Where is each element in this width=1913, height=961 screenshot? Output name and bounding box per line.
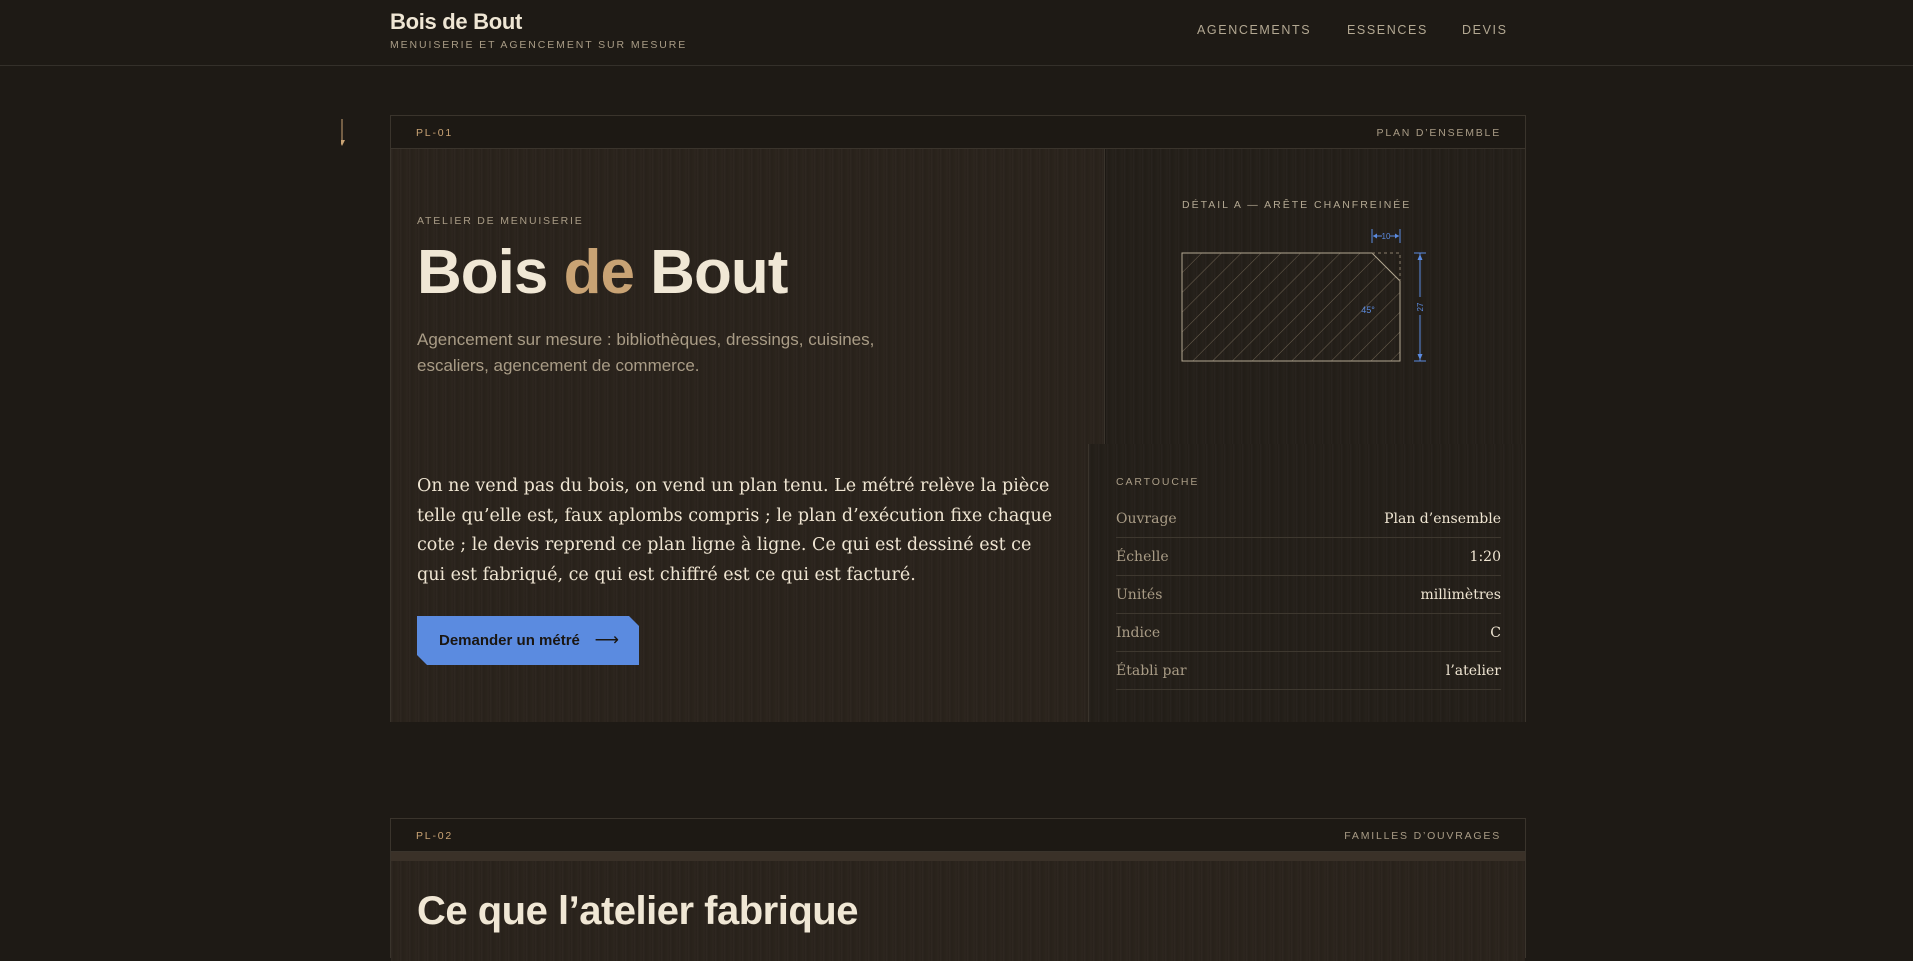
plate-id: PL-02 bbox=[416, 830, 454, 842]
cartouche-row: Établi par l’atelier bbox=[1116, 652, 1501, 690]
brand-title[interactable]: Bois de Bout bbox=[390, 9, 522, 35]
cartouche-row: Échelle 1:20 bbox=[1116, 538, 1501, 576]
cartouche-value: 1:20 bbox=[1469, 549, 1501, 565]
cartouche-key: Établi par bbox=[1116, 663, 1187, 679]
dim-right-label: 27 bbox=[1416, 302, 1425, 311]
cartouche-panel: CARTOUCHE Ouvrage Plan d’ensemble Échell… bbox=[1088, 444, 1525, 722]
nav-link-devis[interactable]: DEVIS bbox=[1462, 23, 1508, 37]
cartouche-table: Ouvrage Plan d’ensemble Échelle 1:20 Uni… bbox=[1116, 500, 1501, 690]
nav-link-agencements[interactable]: AGENCEMENTS bbox=[1197, 23, 1311, 37]
cartouche-key: Ouvrage bbox=[1116, 511, 1177, 527]
hero-eyebrow: ATELIER DE MENUISERIE bbox=[417, 215, 584, 227]
plate-label: PLAN D’ENSEMBLE bbox=[1376, 127, 1501, 139]
plate-familles-ouvrages: PL-02 FAMILLES D’OUVRAGES Ce que l’ateli… bbox=[390, 818, 1526, 961]
request-measurement-button[interactable]: Demander un métré ⟶ bbox=[417, 616, 639, 665]
site-header: Bois de Bout MENUISERIE ET AGENCEMENT SU… bbox=[0, 0, 1913, 66]
detail-title: DÉTAIL A — ARÊTE CHANFREINÉE bbox=[1182, 199, 1412, 211]
detail-drawing-panel: DÉTAIL A — ARÊTE CHANFREINÉE 10 27 45° bbox=[1106, 149, 1525, 444]
cartouche-title: CARTOUCHE bbox=[1116, 476, 1200, 488]
cartouche-row: Ouvrage Plan d’ensemble bbox=[1116, 500, 1501, 538]
plate-strip bbox=[391, 852, 1525, 861]
plate-header: PL-01 PLAN D’ENSEMBLE bbox=[391, 116, 1525, 149]
lead-panel: On ne vend pas du bois, on vend un plan … bbox=[391, 444, 1088, 689]
lead-paragraph: On ne vend pas du bois, on vend un plan … bbox=[417, 476, 1053, 585]
arrow-right-icon: ⟶ bbox=[594, 630, 619, 649]
nav-link-essences[interactable]: ESSENCES bbox=[1347, 23, 1428, 37]
hero-subtitle: Agencement sur mesure : bibliothèques, d… bbox=[417, 330, 875, 375]
dim-top-label: 10 bbox=[1382, 232, 1391, 241]
plate-plan-ensemble: PL-01 PLAN D’ENSEMBLE ATELIER DE MENUISE… bbox=[390, 115, 1526, 722]
brand-subtitle: MENUISERIE ET AGENCEMENT SUR MESURE bbox=[390, 39, 688, 51]
plate-header: PL-02 FAMILLES D’OUVRAGES bbox=[391, 819, 1525, 852]
angle-label: 45° bbox=[1361, 305, 1375, 315]
cartouche-key: Échelle bbox=[1116, 549, 1169, 565]
cartouche-row: Indice C bbox=[1116, 614, 1501, 652]
chamfer-detail-drawing: 10 27 45° bbox=[1181, 229, 1426, 362]
section-title: Ce que l’atelier fabrique bbox=[417, 889, 858, 933]
cartouche-key: Indice bbox=[1116, 625, 1161, 641]
hero-title: Bois de Bout bbox=[417, 238, 788, 307]
cartouche-value: l’atelier bbox=[1445, 663, 1501, 679]
cartouche-value: Plan d’ensemble bbox=[1384, 511, 1501, 527]
scroll-down-arrow-icon bbox=[341, 119, 345, 146]
cartouche-value: C bbox=[1490, 625, 1501, 641]
cartouche-row: Unités millimètres bbox=[1116, 576, 1501, 614]
cartouche-key: Unités bbox=[1116, 587, 1163, 603]
plate-id: PL-01 bbox=[416, 127, 454, 139]
cartouche-value: millimètres bbox=[1420, 587, 1501, 603]
plate2-body: Ce que l’atelier fabrique bbox=[391, 861, 1525, 961]
plate-label: FAMILLES D’OUVRAGES bbox=[1344, 830, 1501, 842]
